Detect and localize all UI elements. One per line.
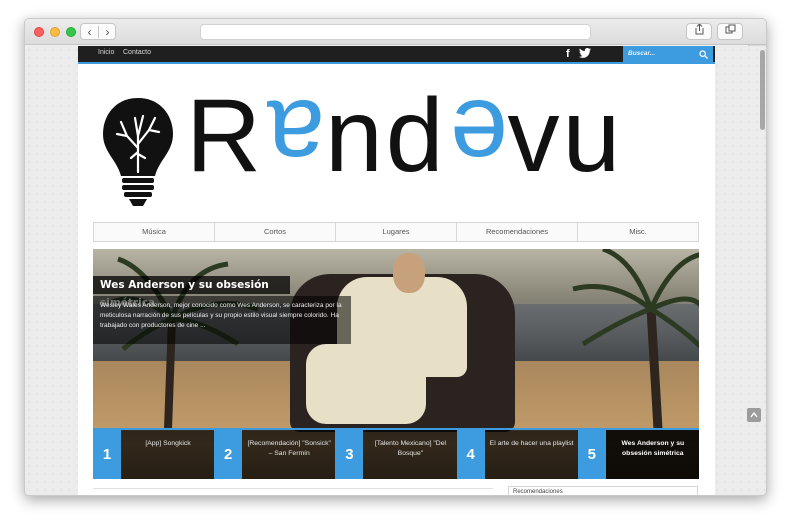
slide-number: 2 bbox=[214, 430, 243, 479]
logo-letters-middle: nd bbox=[324, 78, 447, 194]
logo-flipped-letter-2: e bbox=[446, 78, 508, 194]
facebook-icon[interactable]: f bbox=[566, 48, 570, 60]
slide-title: [Talento Mexicano] "Del Bosque" bbox=[374, 440, 446, 457]
tabs-icon bbox=[725, 24, 735, 34]
featured-post-excerpt: Wesley Wales Anderson, mejor conocido co… bbox=[93, 296, 351, 344]
browser-window: ‹ › + Inicio Contacto f Buscar... bbox=[24, 18, 767, 496]
slide-title: [App] Songkick bbox=[145, 440, 191, 447]
menu-item-cortos[interactable]: Cortos bbox=[215, 223, 336, 241]
search-input[interactable]: Buscar... bbox=[628, 50, 655, 57]
site-logo-wordmark[interactable]: Randevu bbox=[186, 78, 623, 194]
share-icon bbox=[695, 23, 703, 35]
logo-flipped-letter-1: a bbox=[264, 78, 325, 194]
show-tabs-button[interactable] bbox=[717, 23, 743, 40]
slide-tab-1[interactable]: 1 [App] Songkick bbox=[93, 428, 215, 479]
history-nav: ‹ › bbox=[80, 23, 116, 40]
lightbulb-tree-logo-icon[interactable] bbox=[101, 96, 175, 208]
twitter-icon[interactable] bbox=[579, 48, 591, 61]
browser-titlebar: ‹ › bbox=[25, 19, 766, 45]
logo-letters-prefix: R bbox=[186, 78, 265, 194]
slide-number: 5 bbox=[577, 430, 606, 479]
slider-thumbnails: 1 [App] Songkick 2 [Recomendación] "Sons… bbox=[93, 428, 700, 479]
slide-title: Wes Anderson y su obsesión simétrica bbox=[621, 440, 685, 457]
slide-tab-5[interactable]: 5 Wes Anderson y su obsesión simétrica bbox=[577, 428, 700, 479]
site-header: Randevu bbox=[78, 66, 715, 221]
back-button[interactable]: ‹ bbox=[81, 25, 98, 39]
address-bar[interactable] bbox=[200, 24, 591, 40]
slide-tab-2[interactable]: 2 [Recomendación] "Sonsick" – San Fermín bbox=[214, 428, 336, 479]
menu-item-recomendaciones[interactable]: Recomendaciones bbox=[457, 223, 578, 241]
main-menu: Música Cortos Lugares Recomendaciones Mi… bbox=[93, 222, 699, 242]
zoom-window-button[interactable] bbox=[66, 27, 76, 37]
menu-item-misc[interactable]: Misc. bbox=[578, 223, 698, 241]
palm-tree-right bbox=[572, 249, 699, 429]
slide-tab-4[interactable]: 4 El arte de hacer una playlist bbox=[456, 428, 578, 479]
vertical-scrollbar[interactable] bbox=[760, 50, 765, 130]
top-navbar: Inicio Contacto f Buscar... bbox=[78, 46, 715, 64]
forward-button[interactable]: › bbox=[99, 25, 116, 39]
chevron-up-icon bbox=[750, 411, 758, 418]
nav-link-contacto[interactable]: Contacto bbox=[123, 49, 151, 56]
search-box[interactable]: Buscar... bbox=[623, 46, 713, 62]
slide-number: 1 bbox=[93, 430, 121, 479]
slide-number: 3 bbox=[335, 430, 364, 479]
sidebar-widget-heading: Recomendaciones bbox=[508, 486, 698, 495]
slide-title: [Recomendación] "Sonsick" – San Fermín bbox=[247, 440, 331, 457]
menu-item-musica[interactable]: Música bbox=[94, 223, 215, 241]
nav-link-inicio[interactable]: Inicio bbox=[98, 49, 114, 56]
web-viewport: Inicio Contacto f Buscar... Randevu Músi… bbox=[25, 46, 766, 495]
search-icon[interactable] bbox=[699, 50, 708, 59]
share-button[interactable] bbox=[686, 23, 712, 40]
featured-post-title[interactable]: Wes Anderson y su obsesión simétrica bbox=[93, 276, 290, 309]
scroll-to-top-button[interactable] bbox=[747, 408, 761, 422]
menu-item-lugares[interactable]: Lugares bbox=[336, 223, 457, 241]
slide-number: 4 bbox=[456, 430, 485, 479]
content-divider bbox=[93, 488, 493, 489]
slide-tab-3[interactable]: 3 [Talento Mexicano] "Del Bosque" bbox=[335, 428, 457, 479]
close-window-button[interactable] bbox=[34, 27, 44, 37]
logo-letters-suffix: vu bbox=[507, 78, 624, 194]
minimize-window-button[interactable] bbox=[50, 27, 60, 37]
hero-image-person-head bbox=[393, 253, 425, 293]
web-page: Inicio Contacto f Buscar... Randevu Músi… bbox=[78, 46, 715, 495]
slide-title: El arte de hacer una playlist bbox=[489, 440, 574, 447]
